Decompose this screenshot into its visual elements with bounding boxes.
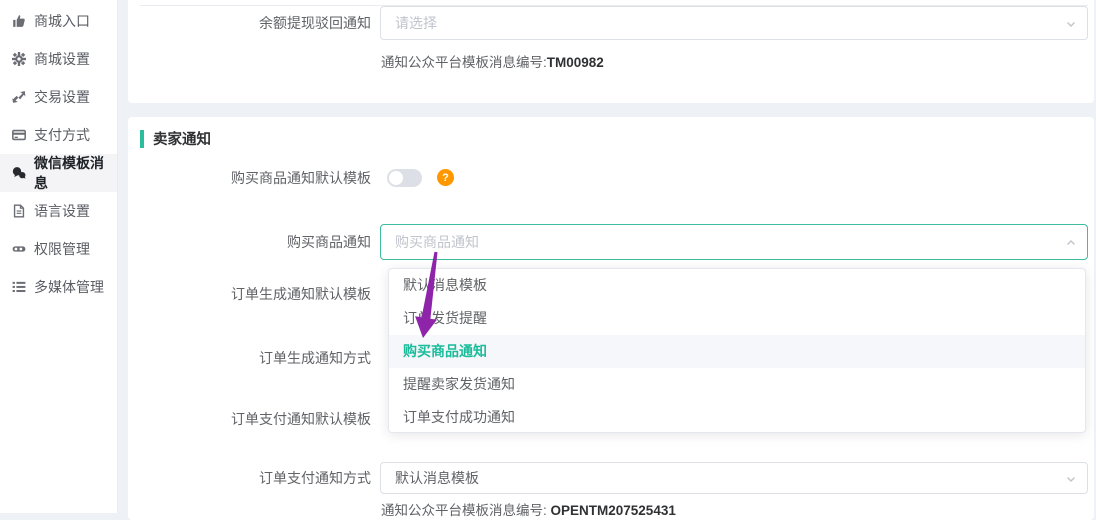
key-icon	[11, 242, 26, 257]
list-icon	[11, 280, 26, 295]
section-title: 卖家通知	[153, 128, 211, 149]
chat-bubbles-icon	[11, 166, 26, 181]
template-code-helper: 通知公众平台模板消息编号:TM00982	[381, 51, 604, 71]
help-icon[interactable]: ?	[437, 169, 454, 186]
field-label-order-create-notify-method: 订单生成通知方式	[130, 348, 371, 368]
gear-icon	[11, 52, 26, 67]
dropdown-option-order-pay-success[interactable]: 订单支付成功通知	[389, 401, 1085, 433]
field-label-order-pay-notify-method: 订单支付通知方式	[130, 468, 371, 488]
buy-notify-dropdown: 默认消息模板 订单发货提醒 购买商品通知 提醒卖家发货通知 订单支付成功通知	[388, 268, 1086, 433]
section-accent-bar	[140, 130, 144, 148]
field-label-order-create-default-template: 订单生成通知默认模板	[130, 284, 371, 304]
field-label-balance-withdraw-reject: 余额提现驳回通知	[130, 13, 371, 33]
select-value: 默认消息模板	[395, 468, 1059, 488]
buy-notify-select[interactable]: 购买商品通知	[380, 224, 1088, 260]
helper-prefix: 通知公众平台模板消息编号:	[381, 503, 551, 518]
sidebar-item-language-settings[interactable]: 语言设置	[0, 192, 117, 230]
sidebar-item-label: 微信模板消息	[34, 153, 117, 193]
sidebar-item-mall-entrance[interactable]: 商城入口	[0, 2, 117, 40]
toggle-knob	[389, 171, 403, 185]
sidebar-item-label: 交易设置	[34, 87, 90, 107]
select-value: 购买商品通知	[395, 232, 1059, 252]
arrows-icon	[11, 90, 26, 105]
template-code-helper-bottom: 通知公众平台模板消息编号: OPENTM207525431	[381, 499, 676, 519]
sidebar: 商城入口 商城设置 交易设置 支付方式 微信模板消息 语言设置 权限管理	[0, 0, 118, 513]
field-label-buy-notify-default-template: 购买商品通知默认模板	[130, 168, 371, 188]
sidebar-item-payment-methods[interactable]: 支付方式	[0, 116, 117, 154]
sidebar-item-transaction-settings[interactable]: 交易设置	[0, 78, 117, 116]
sidebar-item-mall-settings[interactable]: 商城设置	[0, 40, 117, 78]
order-pay-notify-method-select[interactable]: 默认消息模板	[380, 462, 1088, 494]
chevron-down-icon	[1065, 472, 1077, 484]
credit-card-icon	[11, 128, 26, 143]
helper-prefix: 通知公众平台模板消息编号:	[381, 55, 547, 70]
section-header-seller-notify: 卖家通知	[140, 128, 211, 149]
sidebar-item-label: 商城设置	[34, 49, 90, 69]
sidebar-item-label: 多媒体管理	[34, 277, 104, 297]
field-label-buy-notify: 购买商品通知	[130, 232, 371, 252]
thumb-up-icon	[11, 14, 26, 29]
dropdown-option-default-template[interactable]: 默认消息模板	[389, 269, 1085, 302]
sidebar-item-permission-management[interactable]: 权限管理	[0, 230, 117, 268]
balance-withdraw-reject-select[interactable]: 请选择	[380, 6, 1088, 40]
sidebar-item-wechat-template-messages[interactable]: 微信模板消息	[0, 154, 117, 192]
sidebar-item-label: 支付方式	[34, 125, 90, 145]
helper-code: TM00982	[547, 55, 604, 70]
dropdown-option-buy-notify-selected[interactable]: 购买商品通知	[389, 335, 1085, 368]
default-template-toggle[interactable]	[387, 169, 422, 187]
helper-code: OPENTM207525431	[551, 503, 676, 518]
sidebar-item-label: 语言设置	[34, 201, 90, 221]
sidebar-item-multimedia-management[interactable]: 多媒体管理	[0, 268, 117, 306]
sidebar-item-label: 商城入口	[34, 11, 90, 31]
field-label-order-pay-default-template: 订单支付通知默认模板	[130, 409, 371, 429]
dropdown-option-order-ship-remind[interactable]: 订单发货提醒	[389, 302, 1085, 335]
chevron-up-icon	[1065, 236, 1077, 248]
chevron-down-icon	[1065, 17, 1077, 29]
sidebar-item-label: 权限管理	[34, 239, 90, 259]
select-placeholder: 请选择	[395, 13, 1059, 33]
document-icon	[11, 204, 26, 219]
dropdown-option-remind-seller-ship[interactable]: 提醒卖家发货通知	[389, 368, 1085, 401]
